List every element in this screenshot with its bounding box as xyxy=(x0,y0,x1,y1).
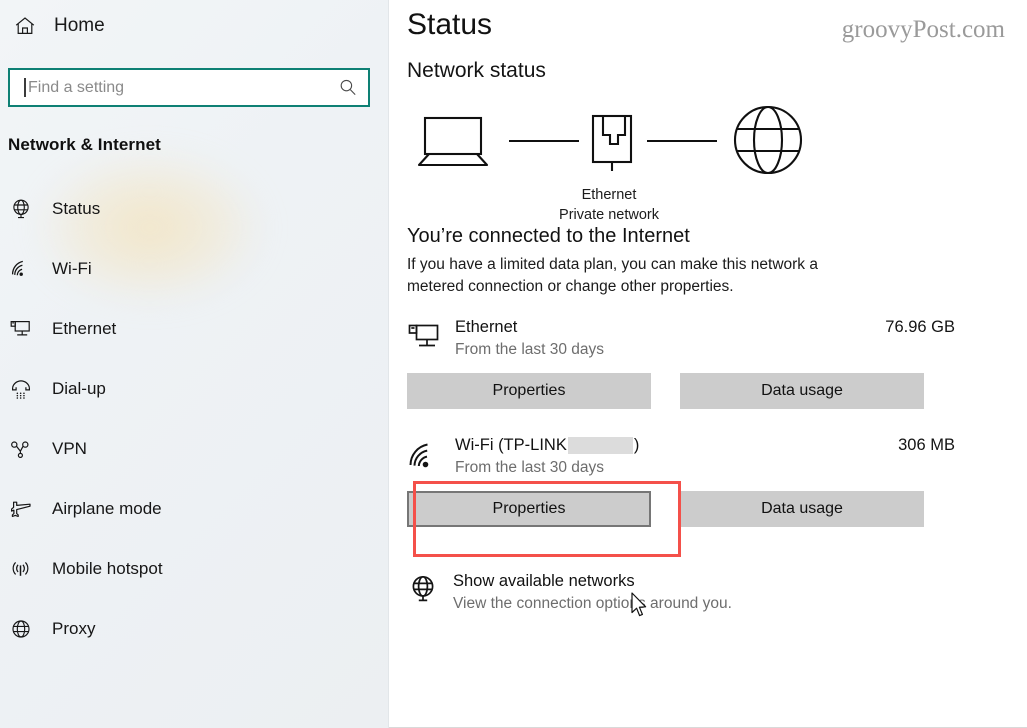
connection-heading: You’re connected to the Internet xyxy=(407,225,690,247)
search-icon[interactable] xyxy=(338,78,358,98)
globe-icon xyxy=(407,569,453,609)
main-content: Status groovyPost.com Network status Eth… xyxy=(389,0,1027,728)
home-icon xyxy=(12,13,38,39)
ethernet-properties-button[interactable]: Properties xyxy=(407,373,651,409)
sidebar-item-wifi[interactable]: Wi-Fi xyxy=(0,239,388,299)
wifi-data-usage-button[interactable]: Data usage xyxy=(680,491,924,527)
sidebar-item-mobile-hotspot[interactable]: Mobile hotspot xyxy=(0,539,388,599)
settings-window: Home Find a setting Network & Internet S… xyxy=(0,0,1027,728)
sidebar-item-vpn-label: VPN xyxy=(52,439,87,458)
ethernet-icon xyxy=(8,316,34,342)
globe-icon xyxy=(8,196,34,222)
ethernet-icon xyxy=(407,316,453,352)
sidebar-item-dial-up-label: Dial-up xyxy=(52,379,106,398)
sidebar-item-mobile-hotspot-label: Mobile hotspot xyxy=(52,559,163,578)
hotspot-icon xyxy=(8,556,34,582)
show-available-networks-row[interactable]: Show available networks View the connect… xyxy=(407,569,1027,615)
proxy-globe-icon xyxy=(8,616,34,642)
sidebar-item-vpn[interactable]: VPN xyxy=(0,419,388,479)
network-subtitle: From the last 30 days xyxy=(455,459,605,476)
sidebar-item-home-label: Home xyxy=(54,15,105,36)
network-name-suffix: ) xyxy=(633,436,640,454)
network-subtitle: From the last 30 days xyxy=(455,341,605,358)
network-usage-value: 76.96 GB xyxy=(885,318,955,336)
wifi-icon xyxy=(407,434,453,472)
redacted-ssid-block xyxy=(567,437,633,454)
wifi-properties-button[interactable]: Properties xyxy=(407,491,651,527)
airplane-icon xyxy=(8,496,34,522)
sidebar-item-ethernet-label: Ethernet xyxy=(52,319,117,338)
sidebar-item-airplane-mode-label: Airplane mode xyxy=(52,499,162,518)
diagram-label-secondary: Private network xyxy=(559,207,659,223)
laptop-icon xyxy=(417,116,489,167)
network-status-heading: Network status xyxy=(407,59,546,82)
network-name-text: Wi-Fi (TP-LINK xyxy=(455,436,567,454)
sidebar-item-status[interactable]: Status xyxy=(0,179,388,239)
vpn-icon xyxy=(8,436,34,462)
sidebar-item-wifi-label: Wi-Fi xyxy=(52,259,92,278)
sidebar: Home Find a setting Network & Internet S… xyxy=(0,0,389,728)
search-input[interactable]: Find a setting xyxy=(26,79,338,96)
sidebar-item-home[interactable]: Home xyxy=(0,4,388,48)
network-diagram: Ethernet Private network xyxy=(407,105,827,223)
network-entry-ethernet: Ethernet From the last 30 days 76.96 GB … xyxy=(407,316,1027,409)
show-available-networks-title: Show available networks xyxy=(453,572,635,590)
wifi-icon xyxy=(8,256,34,282)
sidebar-item-proxy[interactable]: Proxy xyxy=(0,599,388,659)
sidebar-item-airplane-mode[interactable]: Airplane mode xyxy=(0,479,388,539)
sidebar-item-ethernet[interactable]: Ethernet xyxy=(0,299,388,359)
diagram-label-primary: Ethernet xyxy=(581,187,637,203)
sidebar-nav: Status Wi-Fi Ethernet Dial-up VPN Airpla… xyxy=(0,179,388,659)
sidebar-item-dial-up[interactable]: Dial-up xyxy=(0,359,388,419)
watermark: groovyPost.com xyxy=(841,16,1005,43)
dialup-phone-icon xyxy=(8,376,34,402)
ethernet-port-icon xyxy=(591,114,633,171)
network-entry-wifi: Wi-Fi (TP-LINK) From the last 30 days 30… xyxy=(407,434,1027,557)
ethernet-data-usage-button[interactable]: Data usage xyxy=(680,373,924,409)
sidebar-section-title: Network & Internet xyxy=(8,135,161,154)
connection-description: If you have a limited data plan, you can… xyxy=(407,256,818,295)
network-usage-value: 306 MB xyxy=(898,436,955,454)
search-box[interactable]: Find a setting xyxy=(8,68,370,107)
sidebar-item-status-label: Status xyxy=(52,199,101,218)
show-available-networks-subtitle: View the connection options around you. xyxy=(453,595,732,612)
sidebar-item-proxy-label: Proxy xyxy=(52,619,96,638)
globe-icon xyxy=(733,105,803,175)
